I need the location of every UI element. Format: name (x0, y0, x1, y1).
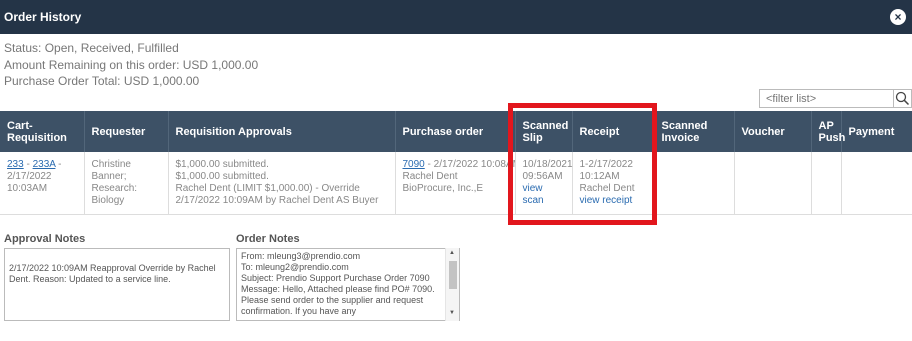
approval-line: Rachel Dent (LIMIT $1,000.00) - Override (175, 183, 360, 194)
order-note-line: From: mleung3@prendio.com (241, 251, 361, 261)
cart-separator: - (23, 159, 33, 170)
order-note-line: To: mleung2@prendio.com (241, 262, 349, 272)
cell-voucher (734, 152, 812, 215)
order-note-line: Message: Hello, Attached please find PO#… (241, 284, 435, 316)
order-notes-scrollbar[interactable]: ▲ ▼ (445, 248, 459, 321)
cell-ap-push (811, 152, 842, 215)
col-voucher[interactable]: Voucher (734, 111, 812, 152)
cell-requisition-approvals: $1,000.00 submitted. $1,000.00 submitted… (168, 152, 396, 215)
col-cart-requisition[interactable]: Cart-Requisition (0, 111, 85, 152)
col-purchase-order[interactable]: Purchase order (395, 111, 516, 152)
cell-scanned-invoice (654, 152, 735, 215)
order-notes-box[interactable]: From: mleung3@prendio.com To: mleung2@pr… (236, 248, 460, 321)
po-requester: Rachel Dent (402, 171, 458, 182)
dialog-title: Order History (4, 10, 82, 24)
approval-line: $1,000.00 submitted. (175, 171, 269, 182)
order-summary: Status: Open, Received, Fulfilled Amount… (4, 40, 258, 90)
col-requisition-approvals[interactable]: Requisition Approvals (168, 111, 396, 152)
table-row: 233 - 233A - 2/17/2022 10:03AM Christine… (0, 152, 912, 215)
scroll-down-icon[interactable]: ▼ (449, 310, 455, 316)
cart-link[interactable]: 233 (7, 159, 24, 170)
cell-payment (841, 152, 912, 215)
col-ap-push[interactable]: AP Push (811, 111, 845, 152)
scroll-up-icon[interactable]: ▲ (449, 250, 455, 256)
status-text: Status: Open, Received, Fulfilled (4, 41, 179, 55)
po-link[interactable]: 7090 (403, 159, 425, 170)
close-icon[interactable]: × (890, 9, 906, 25)
cell-requester: Christine Banner; Research: Biology (84, 152, 169, 215)
dialog-titlebar: Order History × (0, 0, 912, 34)
cell-cart-requisition: 233 - 233A - 2/17/2022 10:03AM (0, 152, 85, 215)
order-history-table: Cart-Requisition Requester Requisition A… (0, 111, 912, 215)
po-date: - 2/17/2022 10:08AM (424, 159, 515, 170)
po-total-text: Purchase Order Total: USD 1,000.00 (4, 74, 200, 88)
scrollbar-thumb[interactable] (449, 261, 457, 289)
approval-line: $1,000.00 submitted. (175, 159, 269, 170)
col-scanned-invoice[interactable]: Scanned Invoice (654, 111, 735, 152)
amount-remaining-text: Amount Remaining on this order: USD 1,00… (4, 57, 259, 72)
order-notes-label: Order Notes (236, 233, 300, 245)
highlight-box (508, 103, 657, 225)
approval-notes-box[interactable]: 2/17/2022 10:09AM Reapproval Override by… (4, 248, 230, 321)
search-button[interactable] (893, 89, 912, 108)
filter-input[interactable] (759, 89, 894, 108)
col-requester[interactable]: Requester (84, 111, 169, 152)
order-note-line: Subject: Prendio Support Purchase Order … (241, 273, 430, 283)
col-payment[interactable]: Payment (841, 111, 912, 152)
table-header-row: Cart-Requisition Requester Requisition A… (0, 111, 912, 152)
search-icon (895, 91, 910, 106)
cell-purchase-order: 7090 - 2/17/2022 10:08AM Rachel Dent Bio… (395, 152, 516, 215)
po-vendor: BioProcure, Inc.,E (402, 183, 484, 194)
approval-notes-label: Approval Notes (4, 233, 86, 245)
requisition-link[interactable]: 233A (33, 159, 56, 170)
approval-line: 2/17/2022 10:09AM by Rachel Dent AS Buye… (175, 195, 379, 206)
